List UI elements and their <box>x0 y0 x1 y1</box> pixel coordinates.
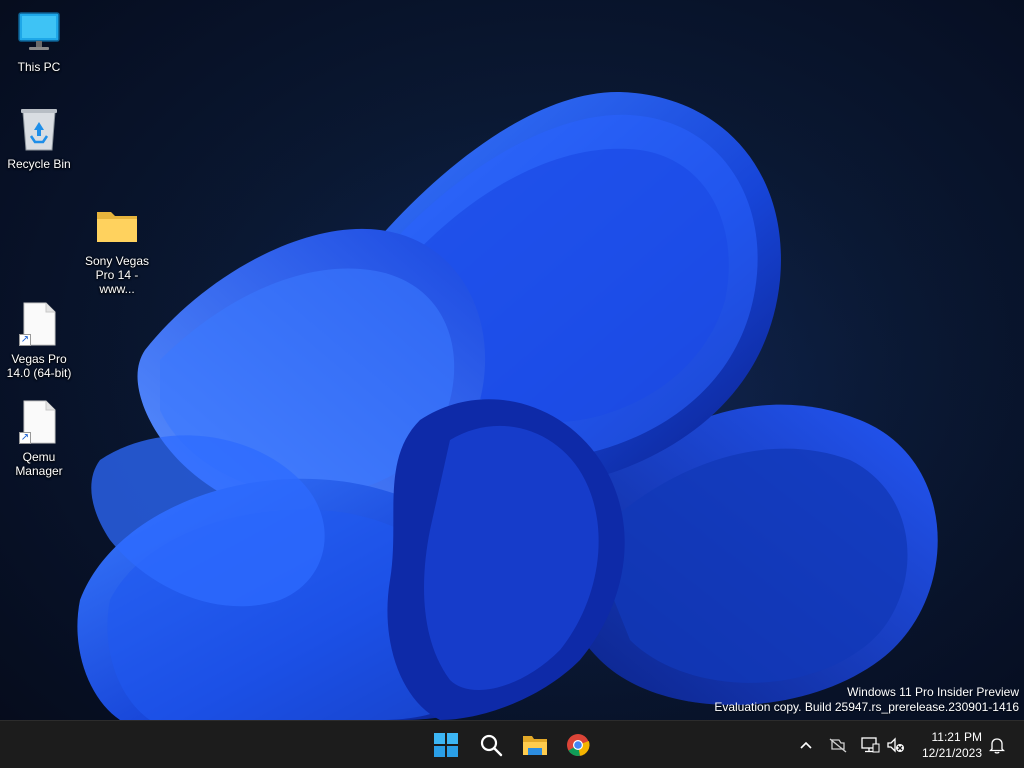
desktop-icon-label: This PC <box>17 60 61 74</box>
clock-date: 12/21/2023 <box>921 746 982 760</box>
file-explorer-button[interactable] <box>519 729 551 761</box>
recycle-bin-icon <box>15 105 63 153</box>
desktop-icon-vegas-pro-shortcut[interactable]: ↗ Vegas Pro 14.0 (64-bit) <box>1 300 77 380</box>
desktop-icon-label: Recycle Bin <box>7 157 71 171</box>
start-icon <box>434 733 458 757</box>
network-off-icon <box>829 738 847 753</box>
shortcut-arrow-icon: ↗ <box>19 334 31 346</box>
desktop-icon-label: Qemu Manager <box>15 450 63 478</box>
taskbar: 11:21 PM 12/21/2023 <box>0 720 1024 768</box>
notification-bell-icon <box>989 738 1005 754</box>
clock[interactable]: 11:21 PM 12/21/2023 <box>922 729 982 761</box>
file-explorer-icon <box>523 736 547 755</box>
search-button[interactable] <box>475 729 507 761</box>
watermark-line-edition: Windows 11 Pro Insider Preview <box>847 685 1019 699</box>
start-button[interactable] <box>430 729 462 761</box>
desktop-icon-sony-vegas-folder[interactable]: Sony Vegas Pro 14 - www... <box>79 202 155 296</box>
show-hidden-icons-button[interactable] <box>794 733 818 757</box>
desktop-icon-qemu-manager-shortcut[interactable]: ↗ Qemu Manager <box>1 398 77 478</box>
desktop-icon-label: Sony Vegas Pro 14 - www... <box>84 254 150 296</box>
notification-center-button[interactable] <box>985 733 1009 757</box>
document-shortcut-icon: ↗ <box>15 300 63 348</box>
display-settings-button[interactable] <box>858 733 882 757</box>
display-icon <box>861 737 880 753</box>
wallpaper-bloom <box>40 60 1024 720</box>
chrome-icon <box>567 734 590 756</box>
desktop-icon-this-pc[interactable]: This PC <box>1 8 77 74</box>
desktop-icon-label: Vegas Pro 14.0 (64-bit) <box>6 352 72 380</box>
network-status-button[interactable] <box>826 733 850 757</box>
clock-time: 11:21 PM <box>931 730 982 744</box>
monitor-icon <box>15 8 63 56</box>
volume-button[interactable] <box>884 733 908 757</box>
search-icon <box>480 734 503 757</box>
evaluation-watermark: Windows 11 Pro Insider Preview Evaluatio… <box>714 685 1019 715</box>
folder-icon <box>93 202 141 250</box>
chrome-button[interactable] <box>562 729 594 761</box>
volume-muted-icon <box>887 737 904 753</box>
chevron-up-icon <box>800 741 812 749</box>
shortcut-arrow-icon: ↗ <box>19 432 31 444</box>
watermark-line-build: Evaluation copy. Build 25947.rs_prerelea… <box>714 700 1019 714</box>
desktop-icon-recycle-bin[interactable]: Recycle Bin <box>1 105 77 171</box>
document-shortcut-icon: ↗ <box>15 398 63 446</box>
